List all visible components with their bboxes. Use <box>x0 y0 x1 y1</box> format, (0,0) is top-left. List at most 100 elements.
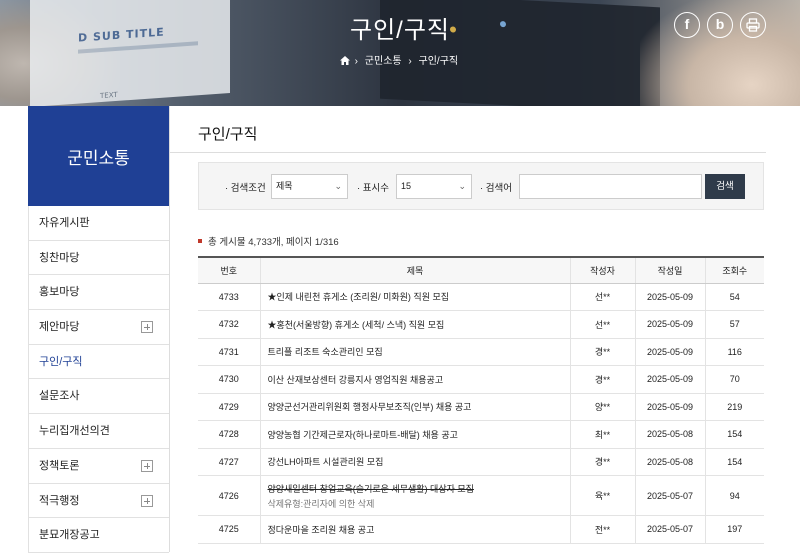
home-icon[interactable] <box>339 56 350 65</box>
sidebar-item-label: 정책토론 <box>39 459 80 472</box>
main-content: 구인/구직 · 검색조건 제목 ⌄ · 표시수 15 ⌄ · 검색어 검색 총 … <box>170 106 766 544</box>
board-summary: 총 게시물 4,733개, 페이지 1/316 <box>198 234 339 248</box>
deleted-post-cell: 양양새일센터 창업교육(슬기로운 세무생활) 대상자 모집 삭제유형:관리자에 … <box>259 475 570 516</box>
page-title: 구인/구직 <box>198 126 258 143</box>
blog-icon: b <box>715 16 725 32</box>
sidebar-item-grave-notice[interactable]: 분묘개장공고 <box>28 518 169 553</box>
print-button[interactable] <box>740 12 766 38</box>
cell-views: 197 <box>704 515 764 544</box>
cell-views: 219 <box>704 393 764 421</box>
sidebar-item-label: 적극행정 <box>39 494 80 507</box>
sidebar-item-policy-debate[interactable]: 정책토론 <box>28 448 169 484</box>
banner-screen-text: TEXT <box>100 90 118 101</box>
bullet-square-icon <box>198 239 202 243</box>
sidebar-item-site-feedback[interactable]: 누리집개선의견 <box>28 414 169 449</box>
sidebar-item-jobs[interactable]: 구인/구직 <box>28 344 169 380</box>
breadcrumb-item[interactable]: 군민소통 <box>365 56 402 67</box>
cell-number: 4726 <box>198 475 260 516</box>
facebook-icon: f <box>684 16 690 32</box>
keyword-input[interactable] <box>519 174 702 199</box>
cell-writer: 경** <box>569 338 635 366</box>
search-panel: · 검색조건 제목 ⌄ · 표시수 15 ⌄ · 검색어 검색 <box>198 162 764 210</box>
chevron-down-icon: ⌄ <box>334 181 342 191</box>
post-title-link[interactable]: ★인제 내린천 휴게소 (조리원/ 미화원) 직원 모집 <box>259 283 570 311</box>
table-row: 4730 이산 산재보상센터 강릉지사 영업직원 채용공고 경** 2025-0… <box>198 365 764 394</box>
cell-number: 4725 <box>198 515 260 544</box>
cell-writer: 전** <box>569 515 635 544</box>
cell-number: 4728 <box>198 420 260 449</box>
cell-date: 2025-05-09 <box>634 393 705 421</box>
sidebar-item-survey[interactable]: 설문조사 <box>28 379 169 415</box>
blog-share-button[interactable]: b <box>707 12 733 38</box>
sidebar-item-label: 홍보마당 <box>39 286 80 299</box>
sidebar-item-label: 제안마당 <box>39 321 80 334</box>
column-header-writer: 작성자 <box>569 257 635 284</box>
cell-views: 116 <box>704 338 764 366</box>
expand-plus-icon[interactable] <box>141 321 153 334</box>
breadcrumb-separator: › <box>408 56 412 67</box>
cell-date: 2025-05-07 <box>634 515 705 544</box>
sidebar-menu: 자유게시판 칭찬마당 홍보마당 제안마당 구인/구직 설문조사 누리집개선의견 … <box>28 206 169 553</box>
display-count-value: 15 <box>401 181 412 191</box>
sidebar-item-active-admin[interactable]: 적극행정 <box>28 483 169 519</box>
search-condition-select[interactable]: 제목 ⌄ <box>271 174 348 199</box>
cell-number: 4727 <box>198 448 260 476</box>
table-row: 4731 트리플 리조트 숙소관리인 모집 경** 2025-05-09 116 <box>198 338 764 366</box>
column-header-views: 조회수 <box>704 257 764 284</box>
table-row: 4729 양양군선거관리위원회 행정사무보조직(인부) 채용 공고 양** 20… <box>198 393 764 421</box>
post-title-link[interactable]: ★홍천(서울방향) 휴게소 (세척/ 스낵) 직원 모집 <box>259 310 570 339</box>
cell-date: 2025-05-08 <box>634 420 705 449</box>
search-condition-value: 제목 <box>276 181 293 191</box>
cell-writer: 경** <box>569 448 635 476</box>
table-row: 4728 양양농협 기간제근로자(하나로마트-배달) 채용 공고 최** 202… <box>198 420 764 449</box>
cell-date: 2025-05-09 <box>634 365 705 394</box>
sidebar-item-praise[interactable]: 칭찬마당 <box>28 240 169 276</box>
breadcrumb-separator: › <box>354 56 359 67</box>
cell-number: 4729 <box>198 393 260 421</box>
sidebar-item-label: 칭찬마당 <box>39 251 80 264</box>
sidebar-item-label: 분묘개장공고 <box>39 529 100 542</box>
cell-number: 4732 <box>198 310 260 339</box>
display-count-select[interactable]: 15 ⌄ <box>396 174 472 199</box>
table-row: 4727 강선LH아파트 시설관리원 모집 경** 2025-05-08 154 <box>198 448 764 476</box>
cell-number: 4731 <box>198 338 260 366</box>
expand-plus-icon[interactable] <box>141 459 153 472</box>
search-condition-label: · 검색조건 <box>225 183 266 194</box>
facebook-share-button[interactable]: f <box>674 12 700 38</box>
hero-banner: D SUB TITLE TEXT 구인/구직 › 군민소통 › 구인/구직 f … <box>0 0 800 106</box>
sidebar-heading: 군민소통 <box>28 106 169 206</box>
cell-views: 154 <box>704 448 764 476</box>
sidebar-item-label: 누리집개선의견 <box>39 425 110 438</box>
sidebar-item-proposal[interactable]: 제안마당 <box>28 310 169 345</box>
chevron-down-icon: ⌄ <box>458 181 466 191</box>
sidebar-item-free-board[interactable]: 자유게시판 <box>28 206 169 241</box>
table-row: 4725 정다운마을 조리원 채용 공고 전** 2025-05-07 197 <box>198 515 764 544</box>
sidebar-item-label: 구인/구직 <box>39 355 83 368</box>
cell-writer: 경** <box>569 365 635 394</box>
cell-date: 2025-05-07 <box>634 475 705 516</box>
post-title-link[interactable]: 정다운마을 조리원 채용 공고 <box>259 515 570 544</box>
sidebar: 군민소통 자유게시판 칭찬마당 홍보마당 제안마당 구인/구직 설문조사 누리집… <box>28 106 170 553</box>
column-header-title: 제목 <box>259 257 570 284</box>
table-row: 4726 양양새일센터 창업교육(슬기로운 세무생활) 대상자 모집 삭제유형:… <box>198 475 764 516</box>
sidebar-item-promotion[interactable]: 홍보마당 <box>28 275 169 311</box>
sidebar-item-label: 자유게시판 <box>39 217 90 229</box>
sidebar-item-label: 설문조사 <box>39 390 80 403</box>
post-title-deleted: 양양새일센터 창업교육(슬기로운 세무생활) 대상자 모집 <box>267 483 474 494</box>
breadcrumb-item[interactable]: 구인/구직 <box>419 56 459 67</box>
post-title-link[interactable]: 양양농협 기간제근로자(하나로마트-배달) 채용 공고 <box>259 420 570 449</box>
deletion-note: 삭제유형:관리자에 의한 삭제 <box>267 498 375 509</box>
post-title-link[interactable]: 이산 산재보상센터 강릉지사 영업직원 채용공고 <box>259 365 570 394</box>
cell-date: 2025-05-09 <box>634 338 705 366</box>
cell-writer: 육** <box>569 475 635 516</box>
post-title-link[interactable]: 트리플 리조트 숙소관리인 모집 <box>259 338 570 366</box>
column-header-date: 작성일 <box>634 257 705 284</box>
cell-date: 2025-05-08 <box>634 448 705 476</box>
cell-number: 4730 <box>198 365 260 394</box>
expand-plus-icon[interactable] <box>141 494 153 507</box>
post-title-link[interactable]: 강선LH아파트 시설관리원 모집 <box>259 448 570 476</box>
post-title-link[interactable]: 양양군선거관리위원회 행정사무보조직(인부) 채용 공고 <box>259 393 570 421</box>
cell-writer: 양** <box>569 393 635 421</box>
cell-views: 54 <box>704 283 764 311</box>
search-button[interactable]: 검색 <box>705 174 745 199</box>
